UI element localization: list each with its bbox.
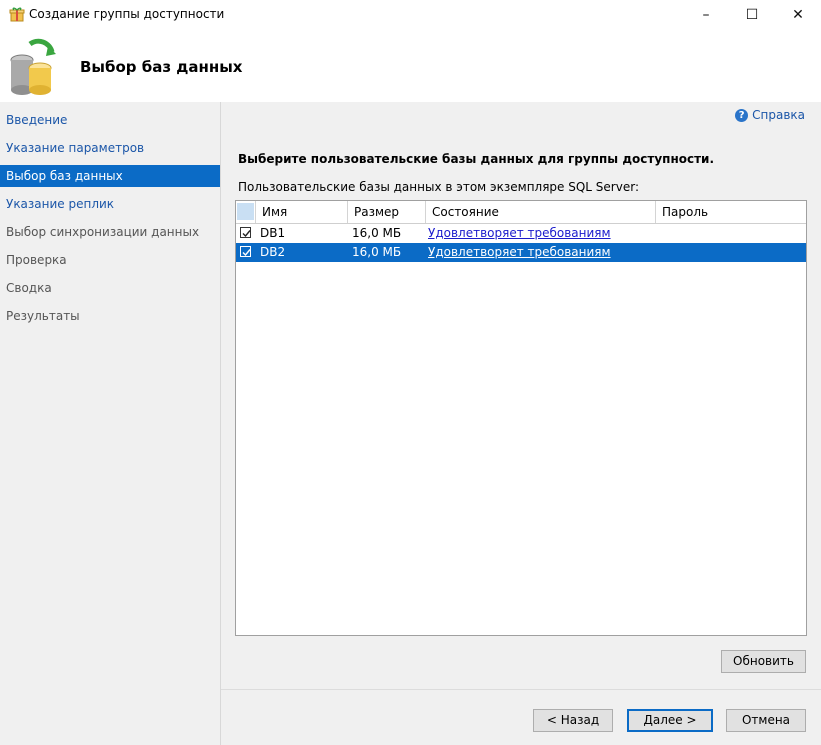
help-icon: ? — [735, 108, 749, 122]
grid-header: Имя Размер Состояние Пароль — [236, 201, 806, 224]
sidebar-item-validation: Проверка — [6, 253, 67, 267]
column-header-name[interactable]: Имя — [256, 201, 348, 223]
database-list-label: Пользовательские базы данных в этом экзе… — [238, 180, 639, 194]
sidebar-item-introduction[interactable]: Введение — [0, 109, 220, 131]
table-row[interactable]: DB1 16,0 МБ Удовлетворяет требованиям — [236, 224, 806, 243]
app-icon — [9, 7, 25, 23]
db-name: DB2 — [260, 245, 286, 259]
main-panel: ? Справка Выберите пользовательские базы… — [221, 102, 821, 689]
sidebar-item-data-sync: Выбор синхронизации данных — [6, 225, 200, 239]
title-bar: Создание группы доступности – ☐ ✕ — [0, 0, 821, 30]
db-status-link[interactable]: Удовлетворяет требованиям — [428, 243, 611, 262]
column-header-status[interactable]: Состояние — [426, 201, 656, 223]
db-status-link[interactable]: Удовлетворяет требованиям — [428, 224, 611, 243]
close-button[interactable]: ✕ — [775, 0, 821, 30]
page-header: Выбор баз данных — [0, 30, 821, 102]
cancel-button[interactable]: Отмена — [726, 709, 806, 732]
refresh-button[interactable]: Обновить — [721, 650, 806, 673]
db-name: DB1 — [260, 226, 286, 240]
row-checkbox[interactable] — [240, 246, 251, 257]
column-header-password[interactable]: Пароль — [656, 201, 806, 223]
db-size: 16,0 МБ — [352, 245, 402, 259]
sidebar-item-select-databases[interactable]: Выбор баз данных — [0, 165, 220, 187]
column-header-size[interactable]: Размер — [348, 201, 426, 223]
wizard-sidebar: Введение Указание параметров Выбор баз д… — [0, 102, 221, 745]
help-link[interactable]: ? Справка — [735, 108, 805, 122]
window-title: Создание группы доступности — [29, 7, 225, 21]
back-button[interactable]: < Назад — [533, 709, 613, 732]
sidebar-item-results: Результаты — [6, 309, 80, 323]
header-select-all[interactable] — [236, 201, 256, 223]
database-wizard-icon — [8, 38, 60, 96]
next-button[interactable]: Далее > — [627, 709, 713, 732]
help-label: Справка — [752, 108, 805, 122]
database-grid: Имя Размер Состояние Пароль DB1 16,0 МБ … — [235, 200, 807, 636]
instruction-text: Выберите пользовательские базы данных дл… — [238, 152, 715, 166]
maximize-button[interactable]: ☐ — [729, 0, 775, 30]
db-size: 16,0 МБ — [352, 226, 402, 240]
page-title: Выбор баз данных — [80, 58, 243, 76]
sidebar-item-specify-replicas[interactable]: Указание реплик — [0, 193, 220, 215]
sidebar-item-summary: Сводка — [6, 281, 52, 295]
wizard-footer: < Назад Далее > Отмена — [221, 689, 821, 745]
row-checkbox[interactable] — [240, 227, 251, 238]
minimize-button[interactable]: – — [683, 0, 729, 30]
table-row[interactable]: DB2 16,0 МБ Удовлетворяет требованиям — [236, 243, 806, 262]
sidebar-item-specify-options[interactable]: Указание параметров — [0, 137, 220, 159]
